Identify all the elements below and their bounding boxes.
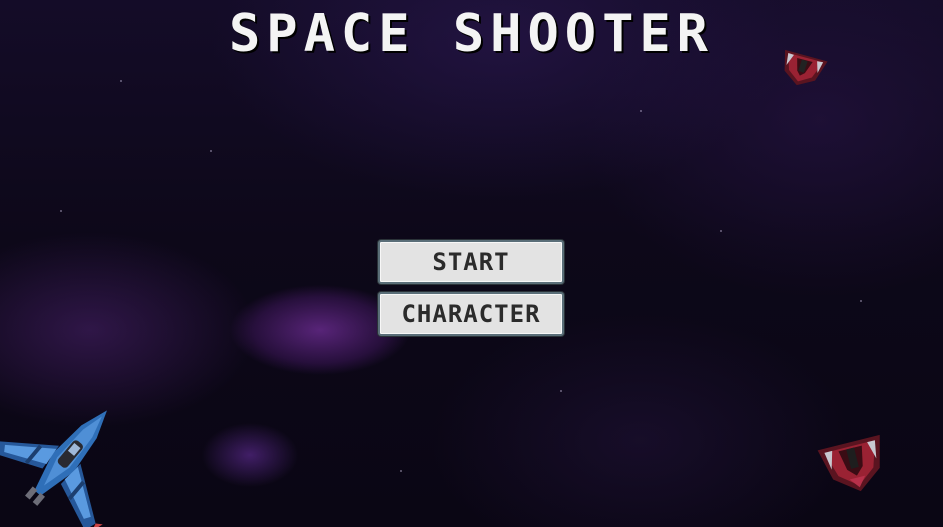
red-enemy-ship-icon xyxy=(784,49,828,86)
star xyxy=(560,390,562,392)
star xyxy=(60,210,62,212)
star xyxy=(720,230,722,232)
star xyxy=(120,80,122,82)
star xyxy=(210,150,212,152)
red-enemy-ship-icon xyxy=(817,434,880,492)
star xyxy=(640,110,642,112)
character-button[interactable]: CHARACTER xyxy=(378,292,564,336)
game-menu-screen: SPACE SHOOTER START CHARACTER xyxy=(0,0,943,527)
start-button[interactable]: START xyxy=(378,240,564,284)
star xyxy=(400,470,402,472)
blue-fighter-ship-icon xyxy=(0,410,107,527)
star xyxy=(860,300,862,302)
